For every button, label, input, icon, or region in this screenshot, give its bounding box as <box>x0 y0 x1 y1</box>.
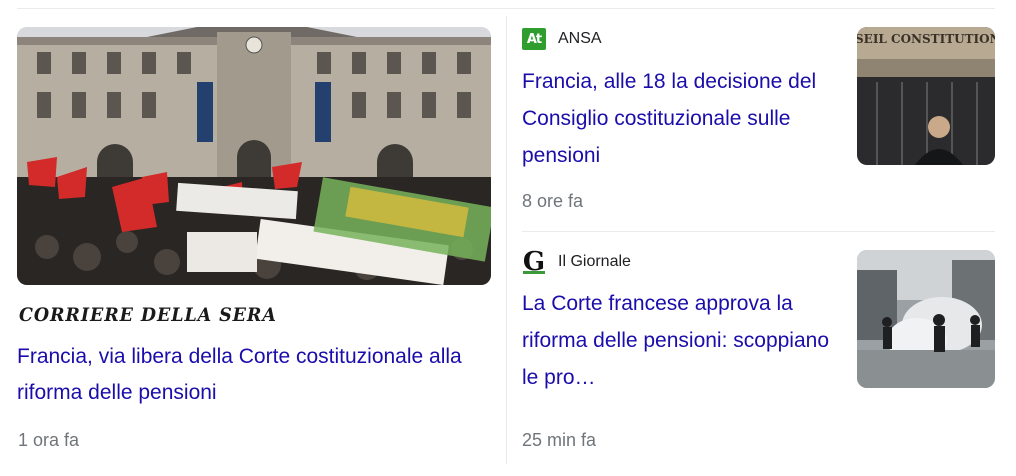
source-name: Il Giornale <box>558 253 631 270</box>
source-row: G Il Giornale <box>522 247 631 277</box>
il-giornale-news-card[interactable]: G Il Giornale La Corte francese approva … <box>522 247 996 455</box>
card-divider <box>522 231 995 232</box>
il-giornale-news-thumbnail[interactable] <box>857 250 995 388</box>
main-news-timestamp: 1 ora fa <box>18 430 80 450</box>
main-news-card[interactable]: CORRIERE DELLA SERA Francia, via libera … <box>17 27 491 457</box>
il-giornale-news-headline[interactable]: La Corte francese approva la riforma del… <box>522 285 842 396</box>
ansa-news-thumbnail[interactable]: SEIL CONSTITUTION <box>857 27 995 165</box>
il-giornale-logo-icon: G <box>522 247 546 277</box>
ansa-news-headline[interactable]: Francia, alle 18 la decisione del Consig… <box>522 63 842 174</box>
column-divider <box>506 16 507 464</box>
il-giornale-news-timestamp: 25 min fa <box>522 430 597 450</box>
main-news-image[interactable] <box>17 27 491 285</box>
source-row: At ANSA <box>522 27 602 51</box>
source-name: ANSA <box>558 30 602 47</box>
ansa-news-card[interactable]: At ANSA Francia, alle 18 la decisione de… <box>522 27 996 217</box>
ansa-logo-icon: At <box>522 28 546 50</box>
corriere-della-sera-logo: CORRIERE DELLA SERA <box>19 304 277 326</box>
ansa-news-timestamp: 8 ore fa <box>522 191 584 211</box>
thumb-inscription: SEIL CONSTITUTION <box>857 32 995 46</box>
main-news-headline[interactable]: Francia, via libera della Corte costituz… <box>17 339 487 411</box>
top-divider <box>17 8 995 9</box>
